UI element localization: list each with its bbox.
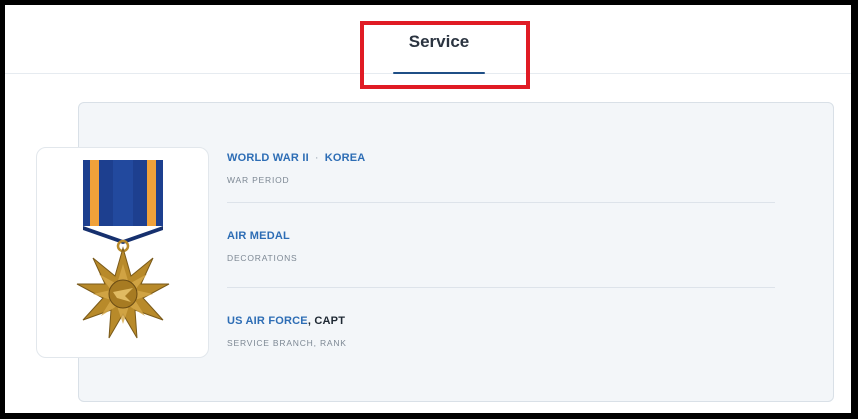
war-period-item: WORLD WAR II · KOREA WAR PERIOD <box>227 151 365 186</box>
decoration-link-air-medal[interactable]: AIR MEDAL <box>227 230 290 242</box>
branch-comma: , <box>307 315 312 327</box>
war-link-ww2[interactable]: WORLD WAR II <box>227 152 309 164</box>
war-link-korea[interactable]: KOREA <box>325 152 366 164</box>
medal-image <box>36 147 209 358</box>
decorations-value: AIR MEDAL <box>227 229 298 243</box>
branch-rank-value: US AIR FORCE, CAPT <box>227 314 347 328</box>
divider <box>227 202 775 203</box>
war-period-value: WORLD WAR II · KOREA <box>227 151 365 165</box>
decorations-label: DECORATIONS <box>227 253 298 263</box>
war-separator: · <box>314 152 319 164</box>
highlight-box <box>360 21 530 89</box>
war-period-label: WAR PERIOD <box>227 175 290 185</box>
rank-value: CAPT <box>314 315 346 327</box>
air-medal-icon <box>76 160 170 339</box>
branch-link-us-air-force[interactable]: US AIR FORCE <box>227 315 308 327</box>
branch-rank-label: SERVICE BRANCH, RANK <box>227 338 347 348</box>
page-frame: Service WORLD WAR II · KOREA WAR PERIOD … <box>5 5 851 413</box>
decorations-item: AIR MEDAL DECORATIONS <box>227 229 298 264</box>
divider <box>227 287 775 288</box>
branch-rank-item: US AIR FORCE, CAPT SERVICE BRANCH, RANK <box>227 314 347 349</box>
